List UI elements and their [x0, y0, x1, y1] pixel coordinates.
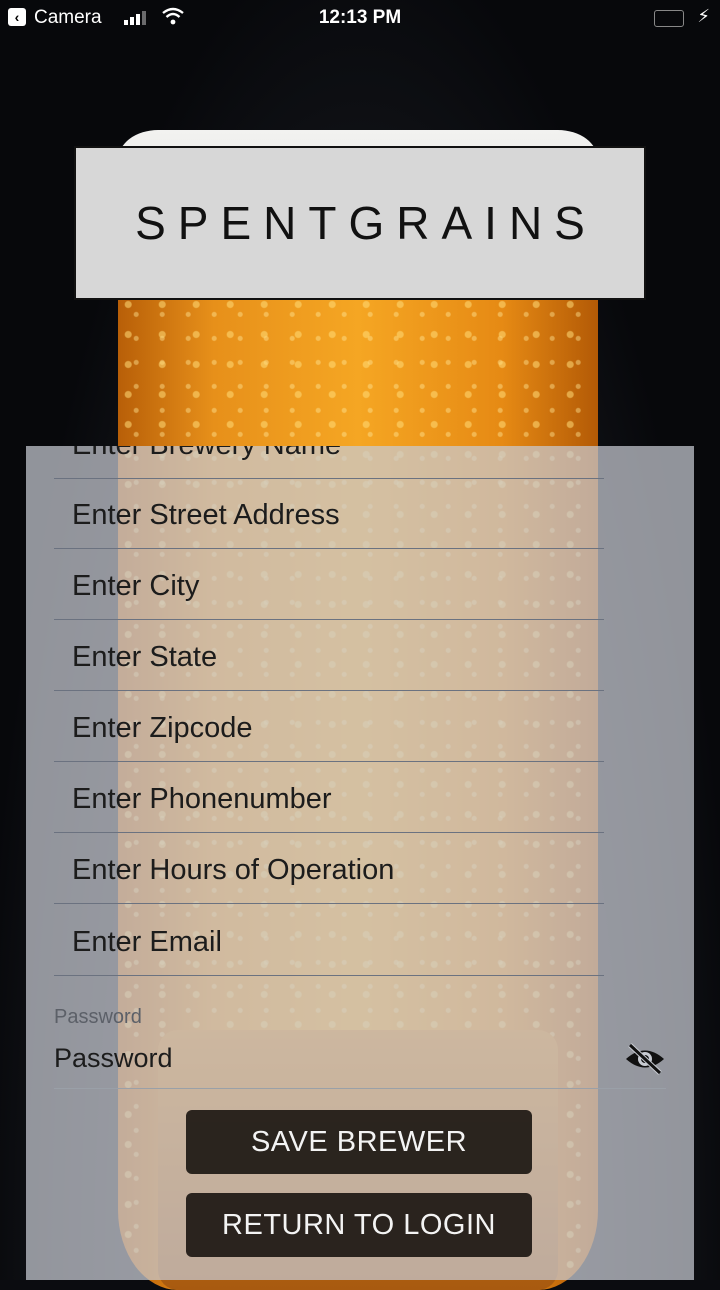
- street-address-placeholder: Enter Street Address: [72, 499, 340, 531]
- status-bar: ‹ Camera 12:13 PM ⚡: [0, 0, 720, 36]
- eye-off-icon[interactable]: [624, 1042, 666, 1076]
- password-input[interactable]: [54, 1043, 594, 1074]
- charging-icon: ⚡: [697, 6, 710, 26]
- phone-number-field[interactable]: Enter Phonenumber: [54, 762, 604, 833]
- clock: 12:13 PM: [318, 7, 402, 28]
- city-field[interactable]: Enter City: [54, 549, 604, 620]
- hours-of-operation-field[interactable]: Enter Hours of Operation: [54, 833, 604, 904]
- battery-icon: [654, 10, 684, 27]
- brewery-name-placeholder: Enter Brewery Name: [72, 446, 341, 462]
- email-field[interactable]: Enter Email: [54, 905, 604, 976]
- logo-banner: SPENTGRAINS: [74, 146, 646, 300]
- brewer-form-panel: Enter Brewery Name Enter Street Address …: [26, 446, 694, 1280]
- password-field-group: Password: [54, 1004, 666, 1089]
- hours-placeholder: Enter Hours of Operation: [72, 854, 395, 886]
- brewery-name-field[interactable]: Enter Brewery Name: [54, 446, 604, 479]
- phone-number-placeholder: Enter Phonenumber: [72, 783, 332, 815]
- zipcode-placeholder: Enter Zipcode: [72, 712, 253, 744]
- street-address-field[interactable]: Enter Street Address: [54, 478, 604, 549]
- password-label: Password: [54, 1006, 142, 1028]
- save-brewer-button[interactable]: SAVE BREWER: [186, 1110, 532, 1174]
- state-placeholder: Enter State: [72, 641, 218, 673]
- email-placeholder: Enter Email: [72, 926, 222, 958]
- city-placeholder: Enter City: [72, 570, 200, 602]
- return-to-login-button[interactable]: RETURN TO LOGIN: [186, 1193, 532, 1257]
- zipcode-field[interactable]: Enter Zipcode: [54, 691, 604, 762]
- state-field[interactable]: Enter State: [54, 620, 604, 691]
- app-logo-text: SPENTGRAINS: [135, 197, 597, 249]
